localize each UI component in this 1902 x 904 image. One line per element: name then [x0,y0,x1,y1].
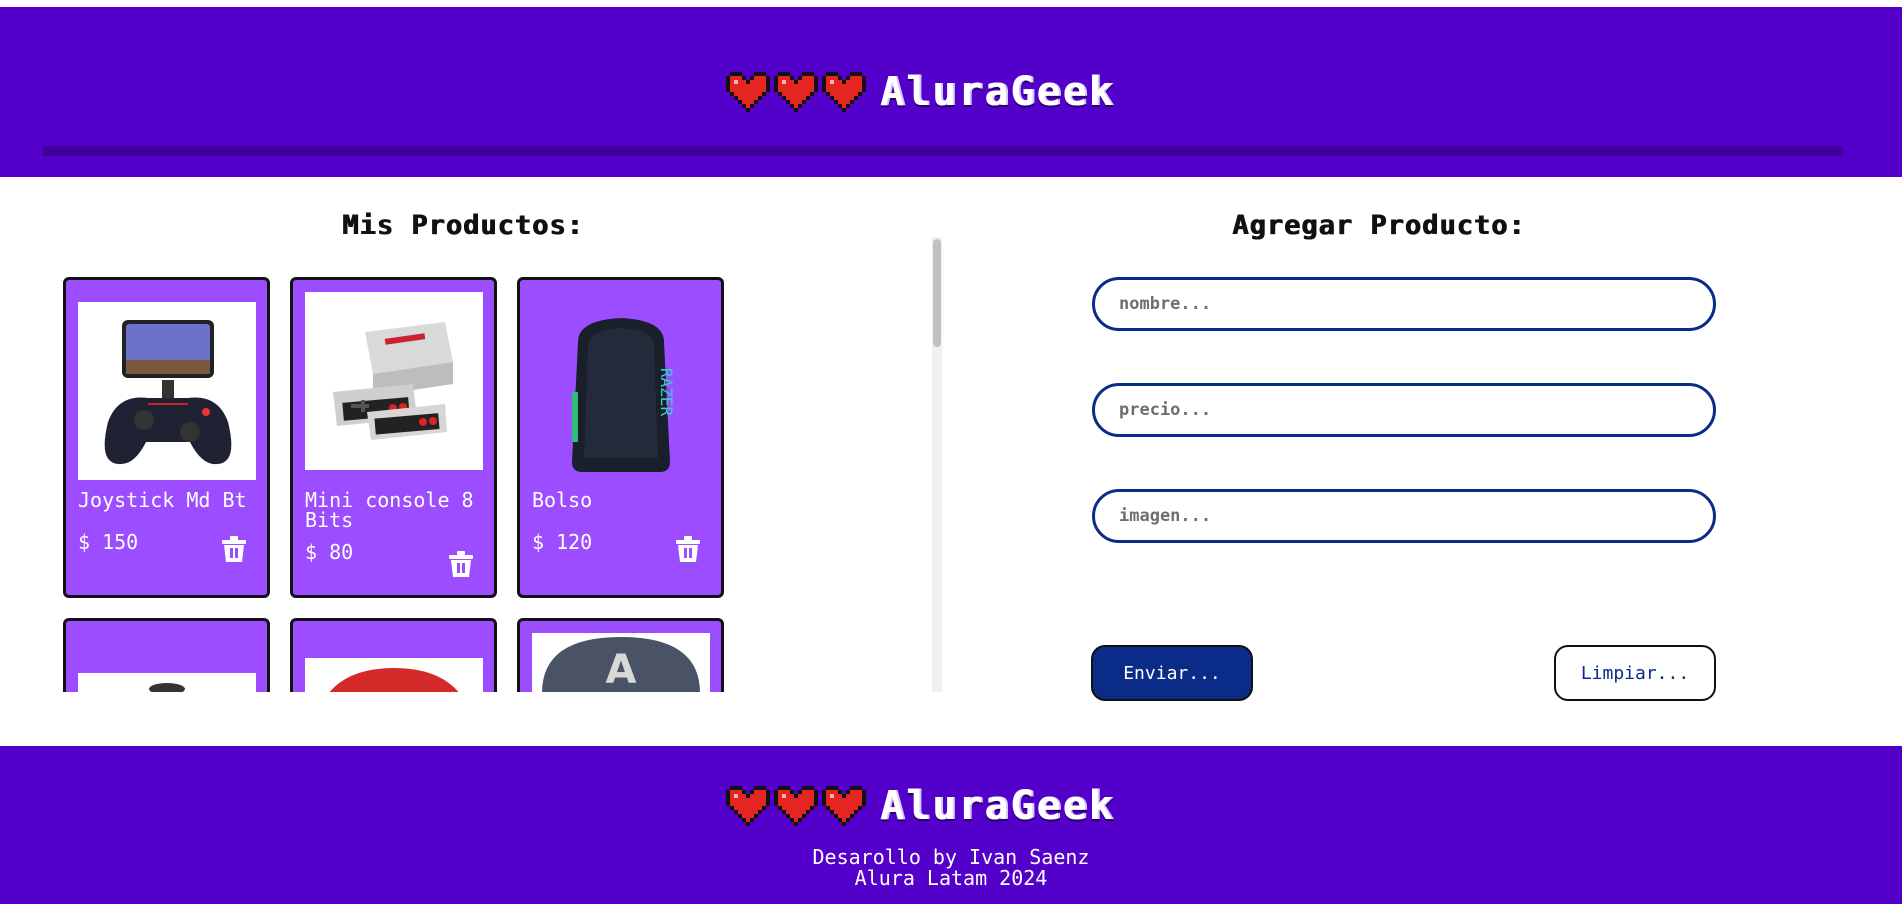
name-input[interactable] [1092,277,1716,331]
site-header: AluraGeek [0,7,1902,177]
product-image [305,658,483,692]
credit-year: Alura Latam 2024 [854,866,1048,890]
hearts-group [726,784,866,828]
product-name: Mini console 8 Bits [305,488,474,532]
trash-icon[interactable] [448,550,474,578]
product-price: $ 80 [305,540,354,564]
product-image-mini-console [305,292,483,470]
image-input[interactable] [1092,489,1716,543]
product-card: RAZER Bolso $ 120 [517,277,724,598]
footer-brand-name: AluraGeek [880,783,1115,829]
products-scrollbar[interactable] [932,237,942,692]
heart-icon [726,786,770,826]
brand-name: AluraGeek [880,69,1115,115]
product-image: A [532,633,710,692]
main-content: Mis Productos: Joystick Md Bt $ 150 Mini… [0,177,1902,746]
heart-icon [774,72,818,112]
product-image [78,673,256,692]
product-card [63,618,270,692]
product-card: Mini console 8 Bits $ 80 [290,277,497,598]
product-card: A [517,618,724,692]
trash-icon[interactable] [675,535,701,563]
header-divider [43,146,1843,156]
product-image-joystick [78,302,256,480]
scrollbar-thumb[interactable] [933,239,941,347]
svg-text:A: A [606,647,637,692]
trash-icon[interactable] [221,535,247,563]
product-card [290,618,497,692]
heart-icon [822,786,866,826]
product-card: Joystick Md Bt $ 150 [63,277,270,598]
product-grid: Joystick Md Bt $ 150 Mini console 8 Bits… [63,277,724,692]
price-input[interactable] [1092,383,1716,437]
hearts-group [726,70,866,114]
send-button[interactable]: Enviar... [1091,645,1253,701]
product-price: $ 150 [78,530,139,554]
svg-text:RAZER: RAZER [657,368,676,417]
product-name: Joystick Md Bt [78,488,247,512]
heart-icon [774,786,818,826]
product-price: $ 120 [532,530,593,554]
add-product-title: Agregar Producto: [1232,210,1526,241]
products-scroll-area[interactable]: Joystick Md Bt $ 150 Mini console 8 Bits… [60,277,940,692]
product-name: Bolso [532,488,593,512]
header-logo[interactable]: AluraGeek [726,67,1115,117]
clear-button[interactable]: Limpiar... [1554,645,1716,701]
footer-logo[interactable]: AluraGeek [726,781,1115,831]
heart-icon [822,72,866,112]
heart-icon [726,72,770,112]
credit-author: Desarollo by Ivan Saenz [812,845,1090,869]
products-title: Mis Productos: [342,210,584,241]
product-image-backpack: RAZER [532,302,710,480]
footer-credits: Desarollo by Ivan Saenz Alura Latam 2024 [0,847,1902,889]
site-footer: AluraGeek Desarollo by Ivan Saenz Alura … [0,746,1902,904]
top-strip [0,0,1902,7]
